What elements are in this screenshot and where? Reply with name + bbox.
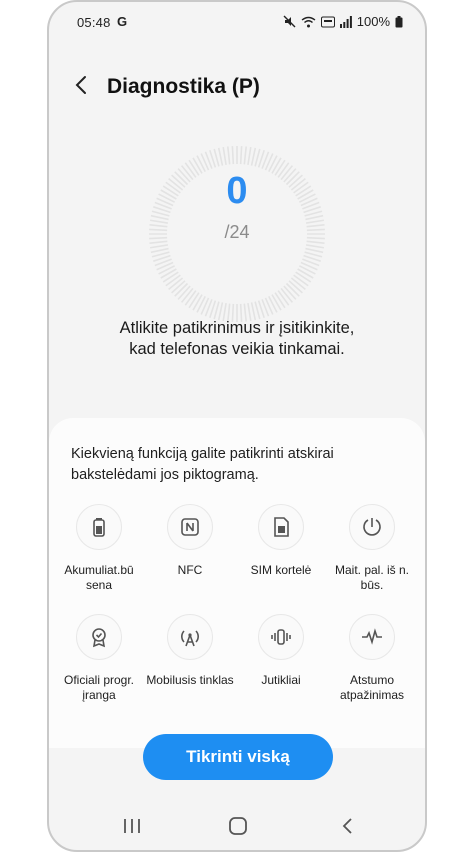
volte-icon bbox=[320, 16, 335, 27]
back-button[interactable] bbox=[69, 72, 95, 98]
battery-percent: 100% bbox=[356, 14, 390, 29]
test-proximity[interactable]: Atstumo atpažinimas bbox=[326, 614, 418, 703]
nav-back-button[interactable] bbox=[337, 816, 359, 841]
gauge-tick bbox=[274, 292, 286, 309]
gauge-tick bbox=[180, 287, 194, 303]
phone-frame: 05:48 G 100% Diagnostika (P) 0 /24 Atlik… bbox=[47, 0, 427, 852]
gauge-tick bbox=[280, 287, 294, 303]
gauge-tick bbox=[165, 274, 181, 287]
test-sim-card[interactable]: SIM kortelė bbox=[235, 504, 327, 578]
certificate-icon bbox=[76, 614, 122, 660]
gauge-tick bbox=[231, 146, 235, 165]
gauge-tick bbox=[306, 244, 325, 249]
signal-icon bbox=[339, 15, 352, 28]
gauge-tick bbox=[160, 268, 177, 279]
test-nfc[interactable]: NFC bbox=[144, 504, 236, 578]
gauge-total: /24 bbox=[224, 222, 250, 242]
google-badge: G bbox=[117, 14, 128, 29]
gauge-tick bbox=[217, 147, 224, 166]
gauge-tick bbox=[305, 247, 324, 254]
diagnostics-card: Kiekvieną funkciją galite patikrinti ats… bbox=[49, 418, 425, 748]
test-label: Mobilusis tinklas bbox=[146, 673, 234, 687]
recents-icon bbox=[124, 819, 140, 833]
header: Diagnostika (P) bbox=[49, 62, 425, 112]
test-label: NFC bbox=[177, 563, 203, 577]
gauge-tick bbox=[283, 285, 297, 300]
gauge-tick bbox=[288, 280, 303, 294]
gauge-tick bbox=[171, 280, 186, 294]
gauge-tick bbox=[297, 268, 314, 279]
card-instructions: Kiekvieną funkciją galite patikrinti ats… bbox=[71, 446, 334, 483]
test-label: Jutikliai bbox=[261, 673, 301, 687]
power-off-icon bbox=[349, 504, 395, 550]
gauge-tick bbox=[162, 271, 179, 283]
sim-card-icon bbox=[258, 504, 304, 550]
status-icons: 100% bbox=[283, 14, 403, 29]
gauge-tick bbox=[168, 277, 184, 291]
recents-button[interactable] bbox=[121, 816, 143, 841]
gauge-tick bbox=[188, 292, 200, 309]
mute-icon bbox=[283, 15, 296, 28]
gauge-value: 0 bbox=[226, 170, 248, 212]
page-title: Diagnostika (P) bbox=[107, 75, 260, 98]
home-button[interactable] bbox=[227, 816, 249, 841]
chevron-left-icon bbox=[75, 76, 86, 94]
gauge-tick bbox=[305, 214, 324, 221]
gauge-tick bbox=[277, 290, 290, 306]
gauge-tick bbox=[250, 147, 257, 166]
wifi-icon bbox=[301, 16, 316, 27]
description-text: Atlikite patikrinimus ir įsitikinkite, k… bbox=[119, 319, 355, 358]
gauge-tick bbox=[222, 146, 227, 165]
gauge-tick bbox=[174, 282, 189, 297]
proximity-wave-icon bbox=[349, 614, 395, 660]
battery-test-icon bbox=[76, 504, 122, 550]
gauge-tick bbox=[295, 271, 312, 283]
gauge-tick bbox=[177, 285, 191, 300]
test-label: Akumuliat.bū sena bbox=[64, 563, 134, 592]
test-label: Mait. pal. iš n. būs. bbox=[334, 563, 410, 592]
gauge-tick bbox=[247, 146, 252, 165]
home-icon bbox=[229, 817, 247, 835]
status-time: 05:48 bbox=[77, 15, 111, 30]
gauge-tick bbox=[243, 146, 247, 165]
gauge-tick bbox=[149, 244, 168, 249]
back-icon bbox=[342, 818, 352, 834]
gauge-tick bbox=[192, 294, 203, 311]
gauge-tick bbox=[271, 294, 282, 311]
gauge-tick bbox=[285, 282, 300, 297]
antenna-icon bbox=[167, 614, 213, 660]
check-all-button[interactable]: Tikrinti viską bbox=[143, 734, 333, 780]
test-label: Oficiali progr. įranga bbox=[63, 673, 135, 702]
gauge-tick bbox=[290, 277, 306, 291]
navigation-bar bbox=[49, 808, 425, 848]
test-label: SIM kortelė bbox=[250, 563, 312, 577]
gauge-tick bbox=[184, 290, 197, 306]
battery-icon bbox=[395, 15, 403, 27]
gauge-tick bbox=[227, 146, 231, 165]
test-sensors[interactable]: Jutikliai bbox=[235, 614, 327, 688]
gauge-tick bbox=[239, 146, 243, 165]
test-battery[interactable]: Akumuliat.bū sena bbox=[53, 504, 145, 593]
test-label: Atstumo atpažinimas bbox=[339, 673, 405, 702]
gauge-tick bbox=[150, 247, 169, 254]
nfc-icon bbox=[167, 504, 213, 550]
test-mobile-network[interactable]: Mobilusis tinklas bbox=[144, 614, 236, 688]
gauge-tick bbox=[293, 274, 309, 287]
test-official-software[interactable]: Oficiali progr. įranga bbox=[53, 614, 145, 703]
vibration-icon bbox=[258, 614, 304, 660]
test-power-off[interactable]: Mait. pal. iš n. būs. bbox=[326, 504, 418, 593]
status-bar: 05:48 G 100% bbox=[49, 10, 425, 34]
gauge-tick bbox=[150, 214, 169, 221]
